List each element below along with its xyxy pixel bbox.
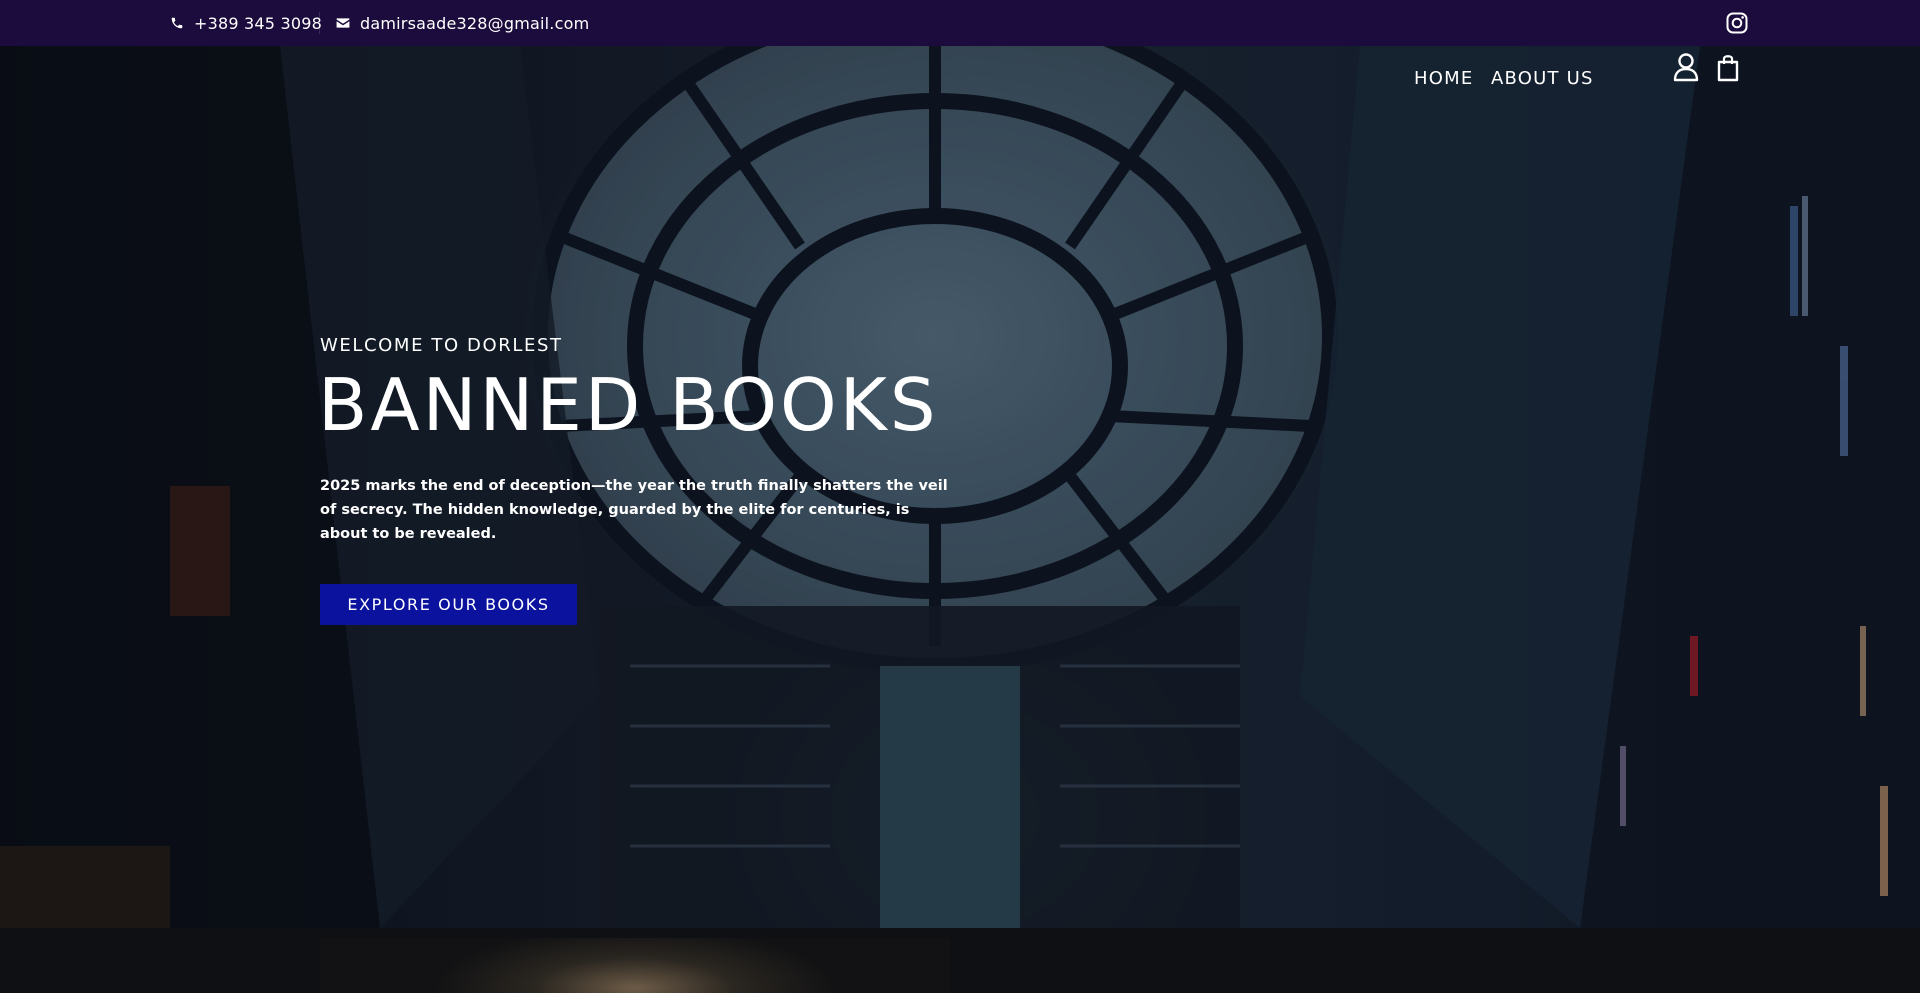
nav-about-us[interactable]: ABOUT US [1491,58,1594,98]
hero-overlay [0,46,1920,928]
top-contact-bar: +389 345 3098 damirsaade328@gmail.com [0,0,1920,46]
contact-divider [319,12,320,34]
email-contact[interactable]: damirsaade328@gmail.com [336,0,589,46]
phone-number: +389 345 3098 [194,13,322,33]
instagram-icon[interactable] [1725,11,1749,35]
email-address: damirsaade328@gmail.com [360,13,590,33]
phone-contact[interactable]: +389 345 3098 [170,0,322,46]
hero-title: BANNED BOOKS [318,363,939,447]
shopping-bag-icon[interactable] [1714,52,1742,82]
hero-eyebrow: WELCOME TO DORLEST [320,335,563,356]
phone-icon [171,17,183,29]
featured-image [320,938,950,993]
featured-section [0,928,1920,993]
nav-home[interactable]: HOME [1414,58,1473,98]
hero-section: HOME ABOUT US WELCOME TO DORLEST BANNED … [0,46,1920,928]
explore-books-button[interactable]: EXPLORE OUR BOOKS [320,584,577,625]
mail-icon [336,18,350,28]
user-icon[interactable] [1672,52,1700,82]
hero-description: 2025 marks the end of deception—the year… [320,478,948,542]
